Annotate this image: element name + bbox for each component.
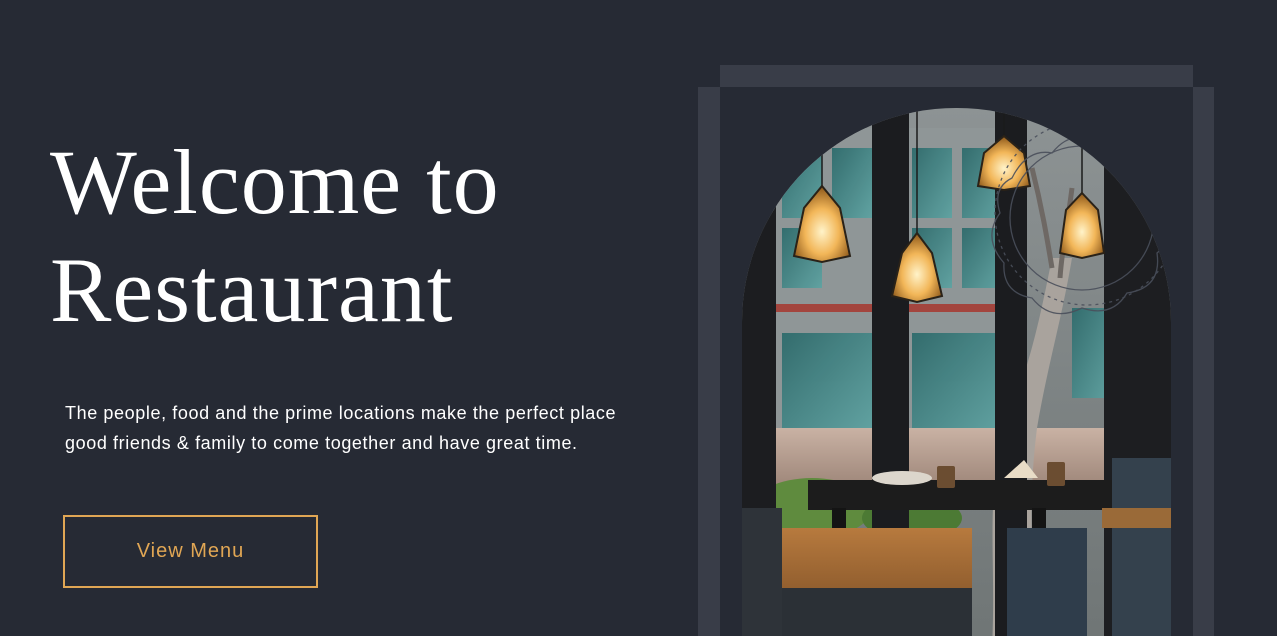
hero-title-line-2: Restaurant [50,239,454,341]
hero-title: Welcome to Restaurant [50,128,500,344]
hero-title-line-1: Welcome to [50,131,500,233]
image-frame-top [720,65,1193,88]
view-menu-button[interactable]: View Menu [63,515,318,588]
hero-description: The people, food and the prime locations… [65,403,617,453]
restaurant-interior-photo [742,108,1171,636]
